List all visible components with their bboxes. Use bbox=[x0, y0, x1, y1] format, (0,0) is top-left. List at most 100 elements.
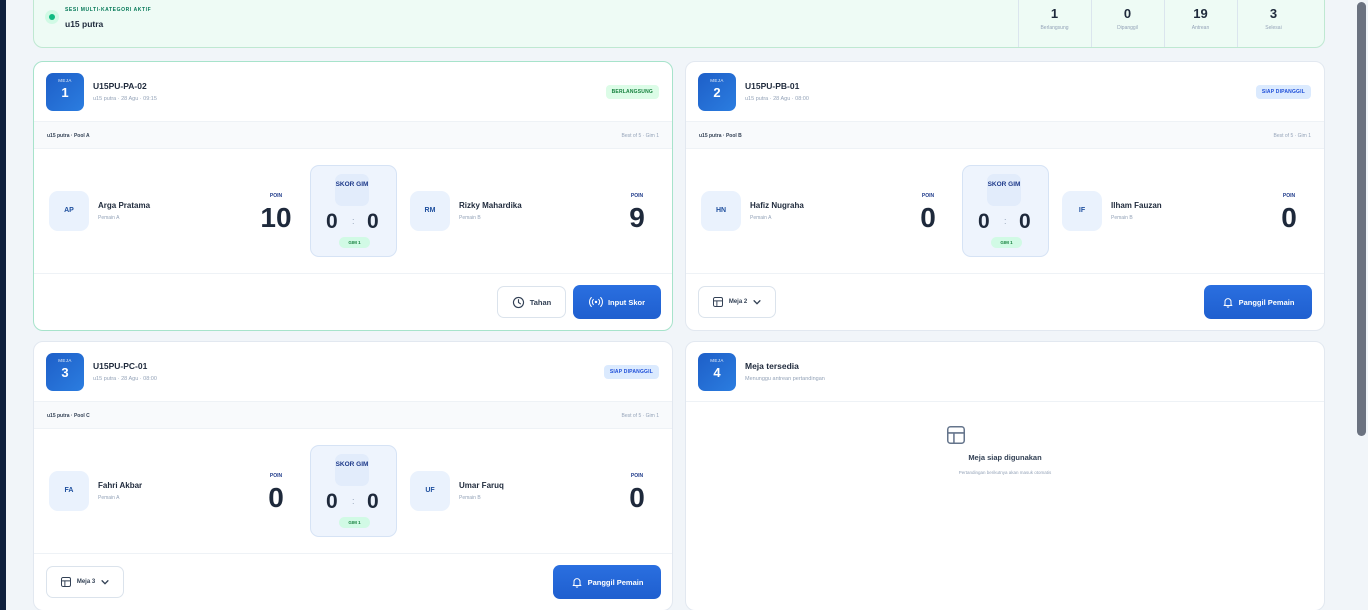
input-score-button[interactable]: Input Skor bbox=[573, 285, 661, 319]
court-card-4: MEJA 4 Meja tersedia Menunggu antrean pe… bbox=[685, 341, 1325, 610]
table-badge: MEJA 3 bbox=[46, 353, 84, 391]
empty-state-subtitle: Pertandingan berikutnya akan masuk otoma… bbox=[958, 470, 1052, 475]
match-meta: u15 putra · 28 Agu · 08:00 bbox=[93, 376, 157, 382]
status-badge: SIAP DIPANGGIL bbox=[603, 365, 659, 379]
table-select-value: Meja 2 bbox=[728, 299, 748, 305]
poin-label: POIN bbox=[630, 193, 644, 199]
table-number: 2 bbox=[713, 85, 721, 100]
table-icon bbox=[60, 577, 71, 587]
stat-done: 3 Selesai bbox=[1237, 0, 1309, 47]
table-number: 1 bbox=[61, 85, 69, 100]
game-score-box: SKOR GIM 0 : 0 GIM 1 bbox=[310, 445, 397, 537]
player-a-side: Pemain A bbox=[750, 215, 772, 221]
stat-ongoing-value: 1 bbox=[1050, 6, 1059, 21]
avatar: IF bbox=[1062, 191, 1102, 231]
games-b: 0 bbox=[1019, 210, 1031, 233]
pool-name: u15 putra · Pool A bbox=[47, 133, 90, 139]
best-of: Best of 5 · Gim 1 bbox=[1273, 133, 1311, 139]
card-footer: Meja 2 Panggil Pemain bbox=[686, 273, 1324, 330]
player-a-side: Pemain A bbox=[98, 495, 120, 501]
avatar: HN bbox=[701, 191, 741, 231]
status-badge: SIAP DIPANGGIL bbox=[1255, 85, 1311, 99]
games-b: 0 bbox=[367, 210, 379, 233]
stat-ongoing-label: Berlangsung bbox=[1040, 25, 1069, 31]
card-footer: Meja 3 Panggil Pemain bbox=[34, 553, 672, 610]
player-b-points: 9 bbox=[629, 202, 645, 233]
poin-label: POIN bbox=[921, 193, 935, 199]
match-code: U15PU-PC-01 bbox=[93, 361, 148, 371]
hold-button[interactable]: Tahan bbox=[497, 286, 566, 318]
table-badge-label: MEJA bbox=[58, 78, 72, 83]
best-of: Best of 5 · Gim 1 bbox=[621, 133, 659, 139]
player-b-side: Pemain B bbox=[459, 495, 481, 501]
court-card-2: MEJA 2 U15PU-PB-01 u15 putra · 28 Agu · … bbox=[685, 61, 1325, 331]
table-badge: MEJA 4 bbox=[698, 353, 736, 391]
status-badge: BERLANGSUNG bbox=[605, 85, 659, 99]
empty-court-subtitle: Menunggu antrean pertandingan bbox=[745, 376, 825, 382]
call-players-button[interactable]: Panggil Pemain bbox=[553, 565, 661, 599]
games-a: 0 bbox=[978, 210, 990, 233]
table-number: 3 bbox=[61, 365, 69, 380]
bell-icon bbox=[1223, 298, 1232, 308]
session-eyebrow: SESI MULTI-KATEGORI AKTIF bbox=[65, 7, 152, 13]
player-b-points: 0 bbox=[629, 482, 645, 513]
scrollbar-thumb[interactable] bbox=[1357, 2, 1366, 436]
divider bbox=[686, 401, 1324, 402]
player-a-points: 0 bbox=[268, 482, 284, 513]
stat-called-label: Dipanggil bbox=[1117, 25, 1138, 31]
table-badge: MEJA 1 bbox=[46, 73, 84, 111]
call-players-button[interactable]: Panggil Pemain bbox=[1204, 285, 1312, 319]
clock-icon bbox=[512, 296, 524, 308]
pool-bar: u15 putra · Pool C Best of 5 · Gim 1 bbox=[34, 401, 672, 429]
player-a-side: Pemain A bbox=[98, 215, 120, 221]
empty-state-title: Meja siap digunakan bbox=[968, 453, 1042, 462]
player-a-points: 0 bbox=[920, 202, 936, 233]
games-a: 0 bbox=[326, 210, 338, 233]
game-score-box: SKOR GIM 0 : 0 GIM 1 bbox=[962, 165, 1049, 257]
call-players-label: Panggil Pemain bbox=[1238, 297, 1295, 307]
broadcast-icon bbox=[589, 296, 603, 308]
stat-queue: 19 Antrean bbox=[1164, 0, 1236, 47]
table-select-dropdown[interactable]: Meja 3 bbox=[46, 566, 124, 598]
stat-queue-label: Antrean bbox=[1191, 25, 1210, 31]
skor-gim-label: SKOR GIM bbox=[335, 174, 369, 206]
score-separator: : bbox=[1004, 216, 1007, 226]
chevron-down-icon bbox=[101, 580, 109, 585]
player-b-side: Pemain B bbox=[1111, 215, 1133, 221]
poin-label: POIN bbox=[1282, 193, 1296, 199]
stat-called: 0 Dipanggil bbox=[1091, 0, 1163, 47]
empty-court-title: Meja tersedia bbox=[745, 361, 799, 371]
match-meta: u15 putra · 28 Agu · 08:00 bbox=[745, 96, 809, 102]
poin-label: POIN bbox=[630, 473, 644, 479]
bell-icon bbox=[572, 578, 581, 588]
stat-done-value: 3 bbox=[1269, 6, 1278, 21]
skor-gim-label: SKOR GIM bbox=[335, 454, 369, 486]
avatar: RM bbox=[410, 191, 450, 231]
sidebar-edge bbox=[0, 0, 6, 610]
pool-bar: u15 putra · Pool A Best of 5 · Gim 1 bbox=[34, 121, 672, 149]
active-session-banner: SESI MULTI-KATEGORI AKTIF u15 putra 1 Be… bbox=[33, 0, 1325, 48]
table-badge-label: MEJA bbox=[710, 78, 724, 83]
court-card-3: MEJA 3 U15PU-PC-01 u15 putra · 28 Agu · … bbox=[33, 341, 673, 610]
player-b-name: Rizky Mahardika bbox=[459, 201, 522, 210]
player-a-name: Hafiz Nugraha bbox=[750, 201, 804, 210]
chevron-down-icon bbox=[753, 300, 761, 305]
score-separator: : bbox=[352, 496, 355, 506]
current-game-badge: GIM 1 bbox=[339, 517, 370, 528]
games-b: 0 bbox=[367, 490, 379, 513]
player-b-name: Umar Faruq bbox=[459, 481, 504, 490]
score-separator: : bbox=[352, 216, 355, 226]
match-code: U15PU-PB-01 bbox=[745, 81, 800, 91]
pool-name: u15 putra · Pool C bbox=[47, 413, 90, 419]
table-number: 4 bbox=[713, 365, 721, 380]
match-meta: u15 putra · 28 Agu · 09:15 bbox=[93, 96, 157, 102]
stat-called-value: 0 bbox=[1123, 6, 1132, 21]
player-b-points: 0 bbox=[1281, 202, 1297, 233]
game-score-box: SKOR GIM 0 : 0 GIM 1 bbox=[310, 165, 397, 257]
table-icon bbox=[946, 425, 966, 445]
player-a-name: Arga Pratama bbox=[98, 201, 151, 210]
table-badge-label: MEJA bbox=[58, 358, 72, 363]
card-footer: Tahan Input Skor bbox=[34, 273, 672, 330]
table-select-dropdown[interactable]: Meja 2 bbox=[698, 286, 776, 318]
table-icon bbox=[712, 297, 723, 307]
